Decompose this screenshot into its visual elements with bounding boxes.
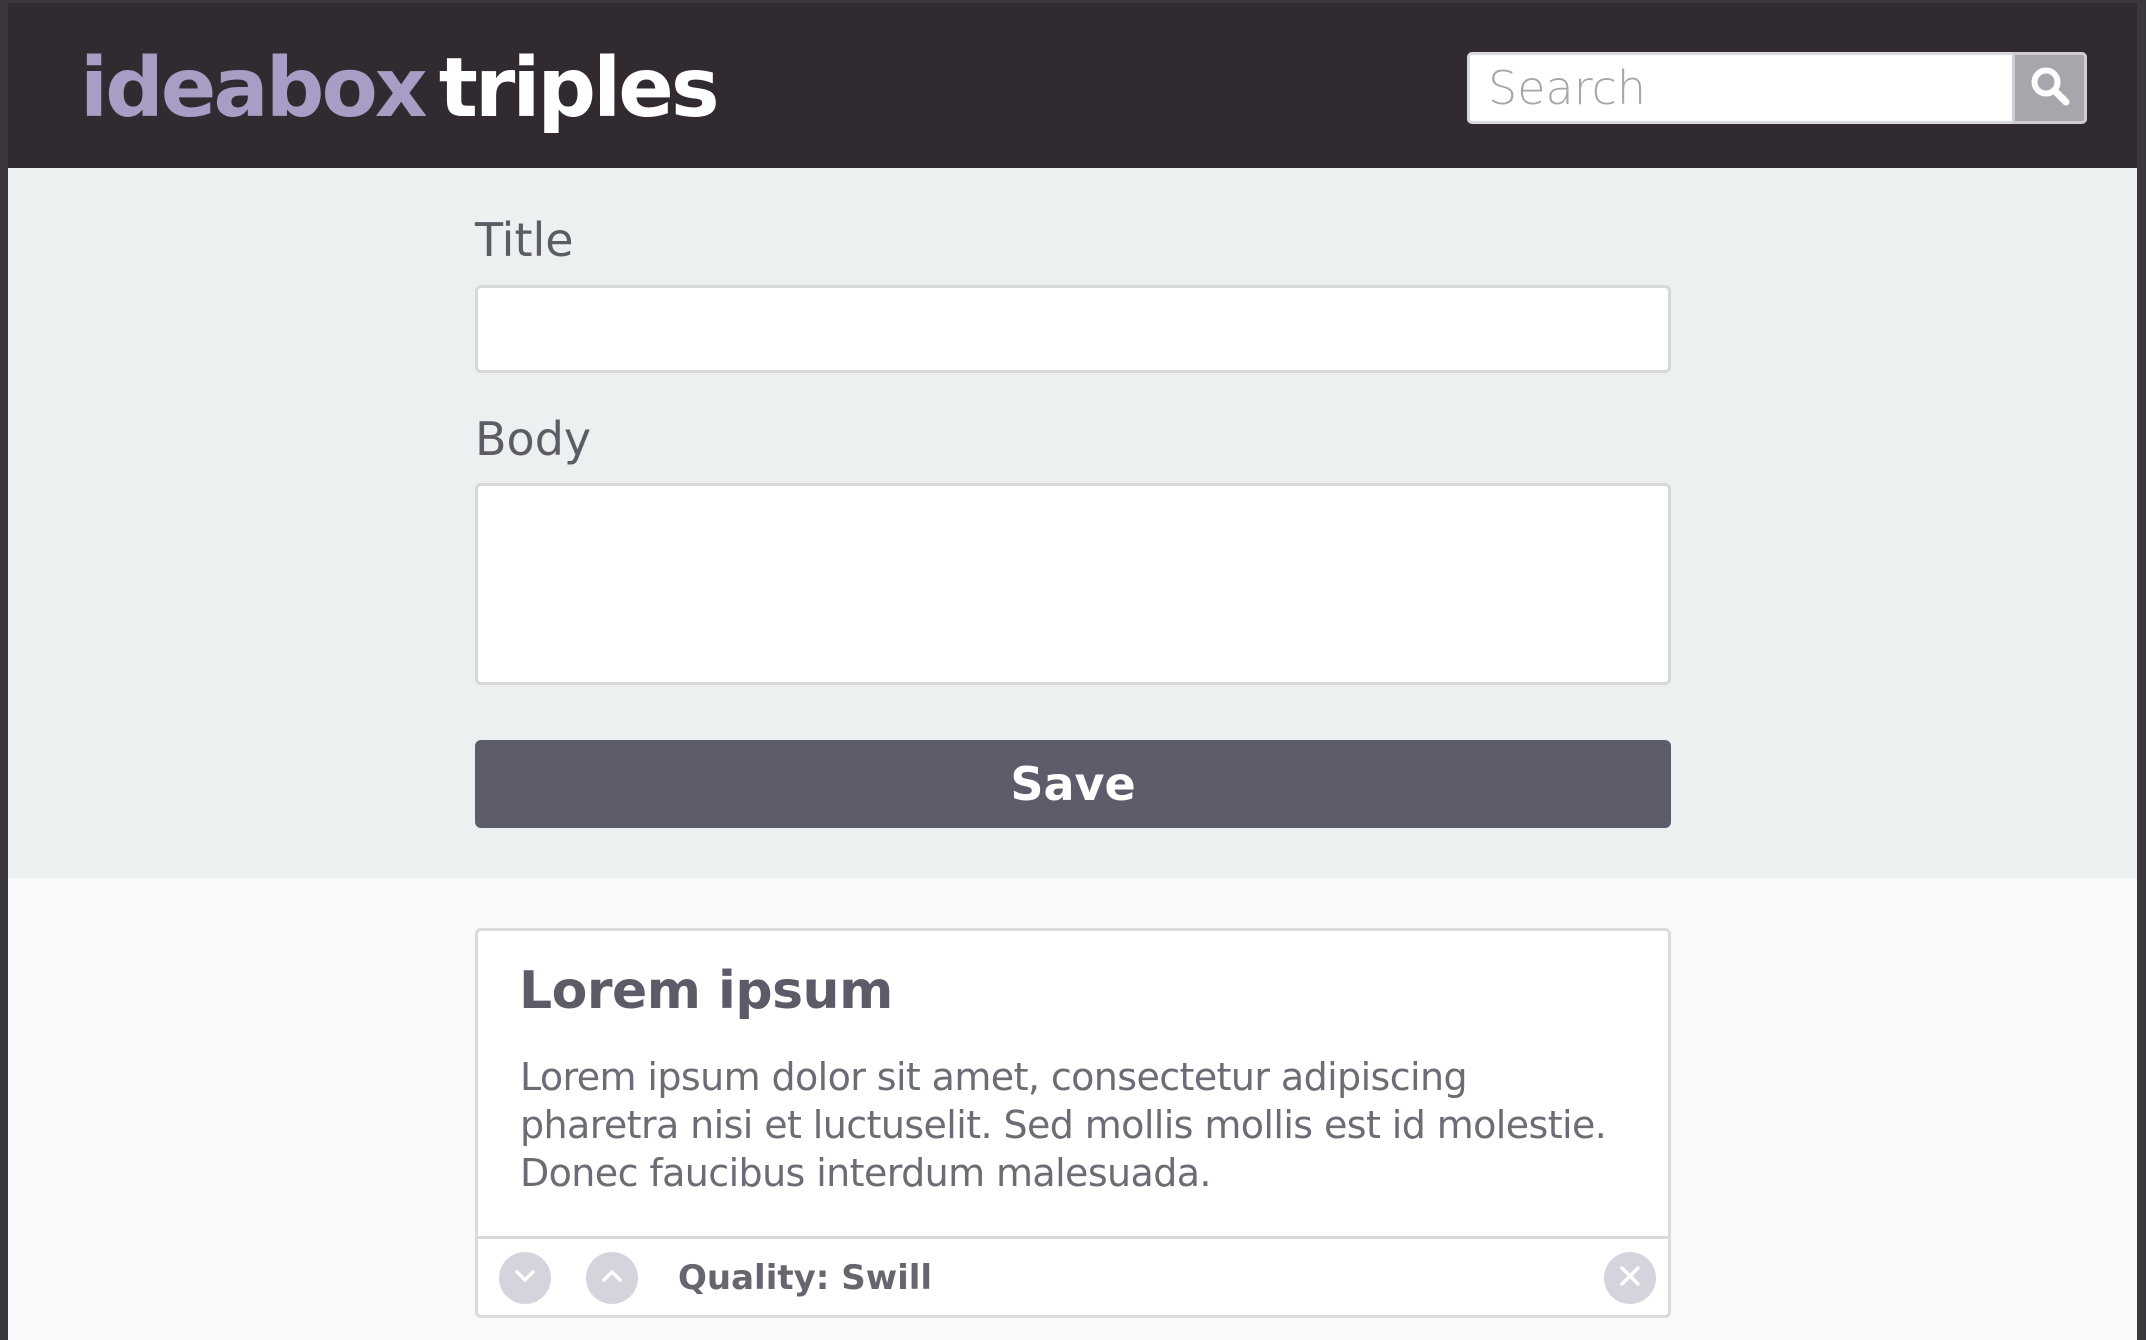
upvote-button[interactable] bbox=[586, 1252, 638, 1304]
title-label: Title bbox=[475, 213, 574, 267]
quality-label: Quality: Swill bbox=[678, 1258, 933, 1298]
idea-title[interactable]: Lorem ipsum bbox=[519, 961, 893, 1021]
idea-form: Title Body Save bbox=[8, 168, 2137, 878]
close-icon bbox=[1615, 1261, 1645, 1296]
downvote-button[interactable] bbox=[499, 1252, 551, 1304]
chevron-down-icon bbox=[511, 1262, 539, 1295]
search-input[interactable] bbox=[1467, 52, 2012, 124]
idea-card: Lorem ipsum Lorem ipsum dolor sit amet, … bbox=[475, 928, 1671, 1318]
idea-footer: Quality: Swill bbox=[478, 1236, 1668, 1315]
search-bar bbox=[1467, 52, 2087, 124]
search-button[interactable] bbox=[2012, 52, 2087, 124]
app-window: ideaboxtriples Title Body Save Lorem ips… bbox=[8, 3, 2137, 1340]
idea-body[interactable]: Lorem ipsum dolor sit amet, consectetur … bbox=[520, 1053, 1630, 1197]
magnifier-icon bbox=[2029, 65, 2071, 112]
top-header: ideabox triples bbox=[8, 3, 2137, 168]
delete-button[interactable] bbox=[1604, 1252, 1656, 1304]
body-label: Body bbox=[475, 412, 592, 466]
title-input[interactable] bbox=[475, 285, 1671, 373]
logo-triples: triples bbox=[438, 41, 720, 136]
save-button[interactable]: Save bbox=[475, 740, 1671, 828]
app-logo: ideabox triples bbox=[80, 39, 720, 139]
body-textarea[interactable] bbox=[475, 483, 1671, 685]
chevron-up-icon bbox=[598, 1262, 626, 1295]
logo-ideabox: ideabox bbox=[80, 41, 428, 136]
